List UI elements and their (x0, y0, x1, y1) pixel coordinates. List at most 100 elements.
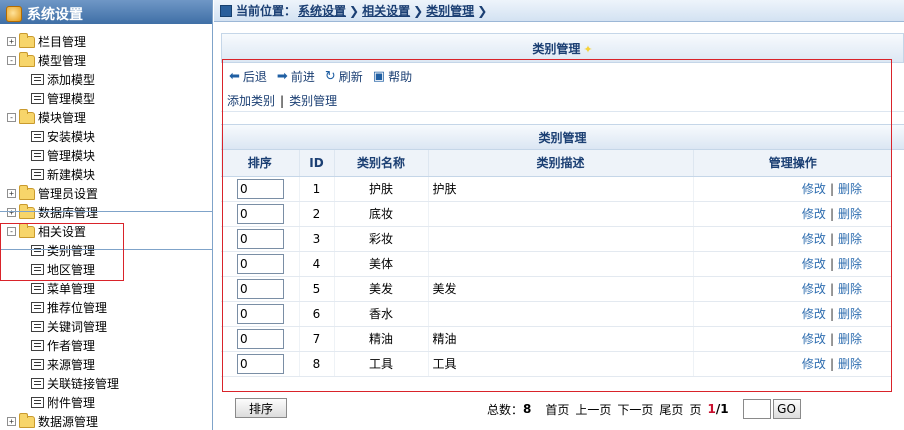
sidebar-header: 系统设置 (0, 0, 212, 24)
sidebar-item[interactable]: 添加模型 (0, 70, 212, 89)
edit-link[interactable]: 修改 (802, 307, 826, 321)
operations-cell: 修改 | 删除 (692, 251, 892, 277)
delete-link[interactable]: 删除 (838, 332, 862, 346)
refresh-label: 刷新 (338, 70, 363, 84)
prev-page-link[interactable]: 上一页 (575, 401, 611, 418)
collapse-icon[interactable]: - (7, 227, 16, 236)
sort-cell (221, 251, 299, 277)
forward-label: 前进 (290, 70, 315, 84)
expand-icon[interactable]: + (7, 208, 16, 217)
page-icon (31, 359, 44, 370)
help-button[interactable]: ▣ 帮助 (373, 68, 412, 85)
delete-link[interactable]: 删除 (838, 207, 862, 221)
sort-order-input[interactable] (237, 278, 284, 299)
sidebar-item-label: 附件管理 (47, 396, 96, 410)
total-label: 总数： (487, 402, 524, 417)
table-row: 4美体 修改| 删除 (221, 251, 892, 277)
edit-link[interactable]: 修改 (802, 357, 826, 371)
edit-link[interactable]: 修改 (802, 207, 826, 221)
page-icon (31, 397, 44, 408)
edit-link[interactable]: 修改 (802, 332, 826, 346)
sidebar-item[interactable]: + 数据库管理 (0, 203, 212, 222)
description-cell (427, 201, 693, 227)
sidebar-item[interactable]: 地区管理 (0, 260, 212, 279)
sidebar-item[interactable]: + 栏目管理 (0, 32, 212, 51)
sparkle-icon: ✦ (583, 43, 593, 56)
id-cell: 2 (298, 201, 334, 227)
last-page-link[interactable]: 尾页 (659, 401, 683, 418)
sidebar-item[interactable]: 来源管理 (0, 355, 212, 374)
delete-link[interactable]: 删除 (838, 182, 862, 196)
sidebar-item[interactable]: - 相关设置 (0, 222, 212, 241)
delete-link[interactable]: 删除 (838, 307, 862, 321)
sidebar-item[interactable]: 管理模块 (0, 146, 212, 165)
operations-cell: 修改 | 删除 (692, 176, 892, 202)
sort-order-input[interactable] (237, 228, 284, 249)
operations-cell: 修改 | 删除 (692, 326, 892, 352)
collapse-icon[interactable]: - (7, 113, 16, 122)
sidebar-item[interactable]: 管理模型 (0, 89, 212, 108)
sidebar-item[interactable]: - 模型管理 (0, 51, 212, 70)
sidebar-item[interactable]: 作者管理 (0, 336, 212, 355)
description-cell: 工具 (427, 351, 693, 377)
delete-link[interactable]: 删除 (838, 357, 862, 371)
column-header-operations: 管理操作 (692, 150, 892, 177)
breadcrumb-category-management[interactable]: 类别管理 (426, 2, 474, 19)
sort-order-input[interactable] (237, 178, 284, 199)
sidebar-item[interactable]: 安装模块 (0, 127, 212, 146)
sort-button[interactable]: 排序 (235, 398, 287, 418)
table-header-row: 排序 ID 类别名称 类别描述 管理操作 (221, 150, 892, 177)
sidebar-item[interactable]: - 模块管理 (0, 108, 212, 127)
sort-order-input[interactable] (237, 303, 284, 324)
forward-button[interactable]: ➡ 前进 (277, 68, 315, 85)
pagination: 总数： 8 首页 上一页 下一页 尾页 页 1 /1 GO (487, 399, 801, 419)
sidebar-item[interactable]: 附件管理 (0, 393, 212, 412)
op-separator: | (829, 257, 834, 271)
sidebar-item[interactable]: + 管理员设置 (0, 184, 212, 203)
total-pages: /1 (715, 402, 729, 416)
chevron-right-icon: ❯ (413, 3, 424, 18)
sort-order-input[interactable] (237, 203, 284, 224)
sort-order-input[interactable] (237, 353, 284, 374)
refresh-button[interactable]: ↻ 刷新 (325, 68, 363, 85)
page-label: 页 (689, 402, 702, 417)
category-management-link[interactable]: 类别管理 (289, 92, 337, 109)
expand-icon[interactable]: + (7, 189, 16, 198)
sidebar: 系统设置 + 栏目管理 - 模型管理添加模型 管理模型 - 模块管理 安装模块 管理模块 新建模块… (0, 0, 213, 430)
description-cell (427, 251, 693, 277)
sidebar-item[interactable]: 新建模块 (0, 165, 212, 184)
delete-link[interactable]: 删除 (838, 282, 862, 296)
first-page-link[interactable]: 首页 (545, 401, 569, 418)
sidebar-item[interactable]: 关键词管理 (0, 317, 212, 336)
name-cell: 护肤 (333, 176, 428, 202)
sidebar-item[interactable]: 菜单管理 (0, 279, 212, 298)
sidebar-item[interactable]: 关联链接管理 (0, 374, 212, 393)
breadcrumb-related-settings[interactable]: 相关设置 (362, 2, 410, 19)
add-category-link[interactable]: 添加类别 (227, 92, 275, 109)
link-separator: | (280, 93, 285, 108)
edit-link[interactable]: 修改 (802, 232, 826, 246)
delete-link[interactable]: 删除 (838, 257, 862, 271)
sidebar-item[interactable]: 类别管理 (0, 241, 212, 260)
sidebar-item-label: 模型管理 (38, 54, 87, 68)
sidebar-item[interactable]: 推荐位管理 (0, 298, 212, 317)
go-button[interactable]: GO (772, 399, 801, 419)
edit-link[interactable]: 修改 (802, 282, 826, 296)
sort-order-input[interactable] (237, 328, 284, 349)
sort-order-input[interactable] (237, 253, 284, 274)
sort-cell (221, 176, 299, 202)
page-number-input[interactable] (742, 399, 771, 419)
edit-link[interactable]: 修改 (802, 257, 826, 271)
expand-icon[interactable]: + (7, 417, 16, 426)
breadcrumb-system-settings[interactable]: 系统设置 (298, 2, 346, 19)
collapse-icon[interactable]: - (7, 56, 16, 65)
id-cell: 7 (298, 326, 334, 352)
next-page-link[interactable]: 下一页 (617, 401, 653, 418)
operations-cell: 修改 | 删除 (692, 301, 892, 327)
delete-link[interactable]: 删除 (838, 232, 862, 246)
edit-link[interactable]: 修改 (802, 182, 826, 196)
expand-icon[interactable]: + (7, 37, 16, 46)
folder-icon (19, 51, 35, 67)
back-button[interactable]: ⬅ 后退 (229, 68, 267, 85)
sidebar-item[interactable]: + 数据源管理 (0, 412, 212, 430)
